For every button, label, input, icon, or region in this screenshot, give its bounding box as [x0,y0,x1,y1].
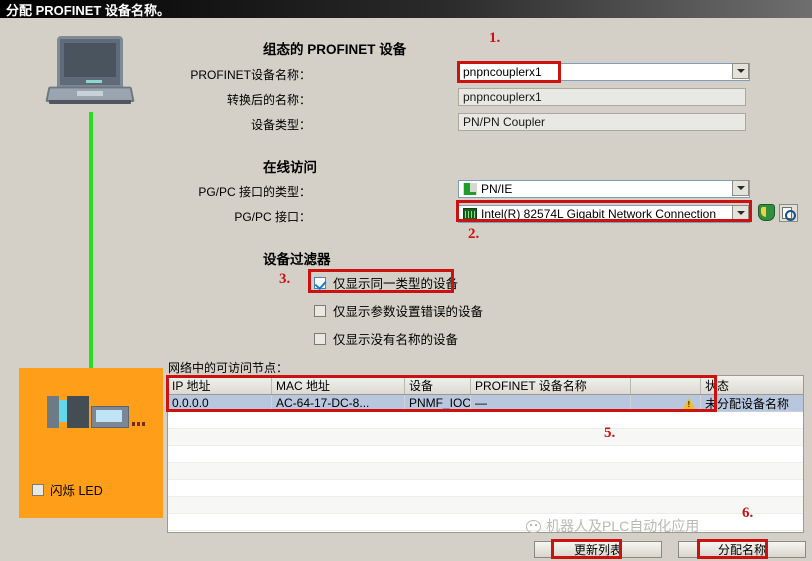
main-form: 组态的 PROFINET 设备 PROFINET设备名称： pnpncouple… [166,18,812,561]
chevron-down-icon [736,186,745,190]
column-header-spacer[interactable] [631,376,701,394]
table-empty-row [168,480,803,497]
plc-device-icon [47,396,146,434]
device-type-value: PN/PN Coupler [458,113,746,131]
device-module-display [96,410,122,422]
filter-wrong-param-label: 仅显示参数设置错误的设备 [333,305,484,319]
programming-device-icon [45,36,135,114]
profinet-device-name-dropdown-button[interactable] [732,63,749,79]
filter-wrong-param-checkbox[interactable] [314,304,326,317]
network-card-icon [463,208,477,220]
pgpc-interface-type-value: PN/IE [481,182,513,196]
filter-same-type-label: 仅显示同一类型的设备 [333,277,459,291]
laptop-screen-strip [86,80,102,83]
column-header-status[interactable]: 状态 [701,376,803,394]
cell-status-icon [631,395,701,411]
column-header-mac[interactable]: MAC 地址 [272,376,405,394]
table-row[interactable]: 0.0.0.0 AC-64-17-DC-8... PNMF_IOC — 未分配设… [168,395,803,412]
update-list-button[interactable]: 更新列表 [534,541,662,558]
blink-led-label: 闪烁 LED [50,484,103,498]
table-caption: 网络中的可访问节点： [168,361,289,375]
filter-no-name-row[interactable]: 仅显示没有名称的设备 [314,329,458,348]
chevron-down-icon [736,69,745,73]
laptop-lid [57,36,123,88]
shield-icon[interactable] [758,204,775,221]
device-module-b [59,400,67,422]
pgpc-interface-combo[interactable]: Intel(R) 82574L Gigabit Network Connecti… [458,205,750,223]
cell-ip: 0.0.0.0 [168,395,272,411]
pgpc-interface-type-label: PG/PC 接口的类型： [198,185,311,199]
pgpc-interface-value: Intel(R) 82574L Gigabit Network Connecti… [481,207,717,221]
filter-no-name-label: 仅显示没有名称的设备 [333,333,459,347]
table-empty-row [168,514,803,531]
window-title: 分配 PROFINET 设备名称。 [6,2,170,18]
annotation-marker-1: 1. [489,30,501,46]
annotation-marker-5: 5. [604,425,616,441]
device-highlight-panel: 闪烁 LED [19,368,163,518]
laptop-foot [49,100,131,104]
filter-wrong-param-row[interactable]: 仅显示参数设置错误的设备 [314,301,483,320]
laptop-touchpad [77,91,103,96]
table-empty-row [168,446,803,463]
pgpc-interface-dropdown-button[interactable] [732,205,749,221]
column-header-ip[interactable]: IP 地址 [168,376,272,394]
blink-led-checkbox[interactable] [32,483,44,496]
column-header-profinet-name[interactable]: PROFINET 设备名称 [471,376,631,394]
laptop-screen [64,43,116,77]
network-plug-icon [463,183,477,195]
device-module-dots [132,422,146,426]
annotation-marker-3: 3. [279,271,291,287]
device-type-label: 设备类型： [250,118,311,132]
pgpc-interface-type-combo[interactable]: PN/IE [458,180,750,198]
pgpc-interface-label: PG/PC 接口： [234,210,311,224]
window-title-bar: 分配 PROFINET 设备名称。 [0,0,812,18]
table-empty-row [168,429,803,446]
converted-name-value: pnpncouplerx1 [458,88,746,106]
cell-device: PNMF_IOC [405,395,471,411]
profinet-device-name-input[interactable]: pnpncouplerx1 [458,63,750,81]
filter-no-name-checkbox[interactable] [314,332,326,345]
watermark-text: 机器人及PLC自动化应用 [546,518,700,534]
configured-section-heading: 组态的 PROFINET 设备 [263,42,407,57]
assign-name-button[interactable]: 分配名称 [678,541,806,558]
cell-profinet-name: — [471,395,631,411]
filter-same-type-row[interactable]: 仅显示同一类型的设备 [314,273,458,292]
illustration-panel: 闪烁 LED [0,18,166,561]
watermark: 机器人及PLC自动化应用 [526,516,699,536]
filter-same-type-checkbox[interactable] [314,276,326,289]
wechat-icon [526,519,541,533]
blink-led-row[interactable]: 闪烁 LED [32,480,103,499]
pgpc-interface-type-dropdown-button[interactable] [732,180,749,196]
device-module-a [47,396,59,428]
table-empty-row [168,463,803,480]
profinet-device-name-label: PROFINET设备名称： [190,68,311,82]
converted-name-label: 转换后的名称： [226,93,311,107]
filter-section-heading: 设备过滤器 [263,252,331,267]
annotation-marker-2: 2. [468,226,480,242]
cell-status: 未分配设备名称 [705,396,790,411]
chevron-down-icon [736,211,745,215]
device-module-c [67,396,89,428]
network-cable [89,112,93,370]
search-document-icon[interactable] [779,204,798,222]
annotation-marker-6: 6. [742,505,754,521]
online-section-heading: 在线访问 [263,160,317,175]
table-empty-row [168,412,803,429]
column-header-device[interactable]: 设备 [405,376,471,394]
accessible-nodes-table[interactable]: IP 地址 MAC 地址 设备 PROFINET 设备名称 状态 0.0.0.0… [167,375,804,533]
table-header-row: IP 地址 MAC 地址 设备 PROFINET 设备名称 状态 [168,376,803,395]
warning-icon [683,397,695,409]
table-empty-row [168,497,803,514]
cell-mac: AC-64-17-DC-8... [272,395,405,411]
